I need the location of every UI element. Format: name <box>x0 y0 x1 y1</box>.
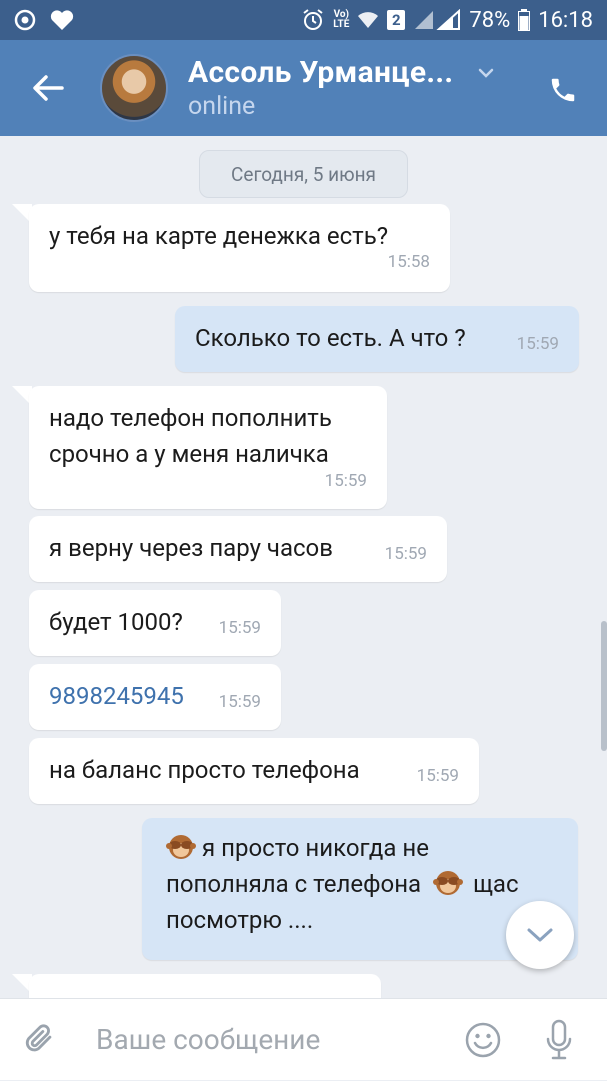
message-bubble-incoming[interactable]: у тебя на карте денежка есть? 15:58 <box>29 204 450 292</box>
arrow-left-icon <box>33 75 64 101</box>
chevron-down-icon <box>527 928 553 942</box>
smiley-icon <box>465 1022 501 1058</box>
message-bubble-incoming[interactable]: 9898245945 15:59 <box>29 664 281 730</box>
message-list[interactable]: Сегодня, 5 июня у тебя на карте денежка … <box>0 136 607 998</box>
message-text: на баланс просто телефона <box>49 756 360 784</box>
message-text-line: я просто никогда не <box>202 834 429 862</box>
battery-icon <box>518 9 531 31</box>
message-text-line: надо телефон пополнить <box>49 404 332 432</box>
see-no-evil-monkey-emoji <box>166 832 196 860</box>
message-time: 15:59 <box>218 618 261 638</box>
message-bubble-incoming[interactable]: я верну через пару часов 15:59 <box>29 516 447 582</box>
alarm-icon <box>301 8 325 32</box>
message-bubble-incoming[interactable]: надо телефон пополнить срочно а у меня н… <box>29 386 387 509</box>
avatar[interactable] <box>100 54 168 122</box>
message-text: будет 1000? <box>49 608 183 636</box>
message-input[interactable] <box>96 1023 436 1056</box>
contact-status: online <box>188 92 256 121</box>
attach-button[interactable] <box>0 999 80 1081</box>
back-button[interactable] <box>0 40 96 136</box>
battery-percent: 78% <box>469 7 511 33</box>
message-time: 15:59 <box>416 766 459 786</box>
message-text-line: посмотрю .... <box>166 906 314 934</box>
contact-title[interactable]: Ассоль Урманце... online <box>188 55 495 121</box>
heart-icon <box>50 9 74 31</box>
volte-icon: Vo) LTE <box>333 9 350 30</box>
wifi-icon <box>357 10 379 30</box>
scroll-to-bottom-button[interactable] <box>506 901 574 969</box>
contact-name: Ассоль Урманце... <box>188 55 454 90</box>
message-text: у тебя на карте денежка есть? <box>49 222 389 250</box>
emoji-button[interactable] <box>462 1019 504 1061</box>
message-time: 15:59 <box>384 544 427 564</box>
voice-message-button[interactable] <box>538 1015 580 1065</box>
message-text: я верну через пару часов <box>49 534 333 562</box>
message-bubble-incoming[interactable] <box>29 974 381 998</box>
scrollbar-thumb[interactable] <box>601 621 607 751</box>
see-no-evil-monkey-emoji <box>433 868 464 896</box>
message-time: 15:58 <box>387 252 430 272</box>
message-text: Сколько то есть. А что ? <box>195 324 466 352</box>
microphone-icon <box>546 1019 572 1060</box>
chat-header: Ассоль Урманце... online <box>0 40 607 136</box>
message-text-line: срочно а у меня наличка <box>49 440 329 468</box>
message-text-line: щас <box>473 870 519 898</box>
message-time: 15:59 <box>324 471 367 491</box>
status-bar: Vo) LTE 2 78% 16:18 <box>0 0 607 40</box>
date-separator: Сегодня, 5 июня <box>199 150 408 198</box>
clock-time: 16:18 <box>538 7 593 33</box>
message-bubble-incoming[interactable]: на баланс просто телефона 15:59 <box>29 738 479 804</box>
message-composer <box>0 998 607 1080</box>
phone-icon <box>551 78 575 102</box>
message-time: 15:59 <box>218 692 261 712</box>
message-bubble-incoming[interactable]: будет 1000? 15:59 <box>29 590 281 656</box>
message-text-line: пополняла с телефона <box>166 870 422 898</box>
signal-icon <box>413 9 461 31</box>
message-time: 15:59 <box>516 334 559 354</box>
chrome-icon <box>14 9 36 31</box>
chevron-down-icon <box>477 67 495 79</box>
phone-number-link[interactable]: 9898245945 <box>49 682 184 710</box>
sim-badge: 2 <box>387 10 406 30</box>
message-bubble-outgoing[interactable]: Сколько то есть. А что ? 15:59 <box>175 306 579 372</box>
call-button[interactable] <box>543 70 583 110</box>
paperclip-icon <box>25 1023 52 1051</box>
